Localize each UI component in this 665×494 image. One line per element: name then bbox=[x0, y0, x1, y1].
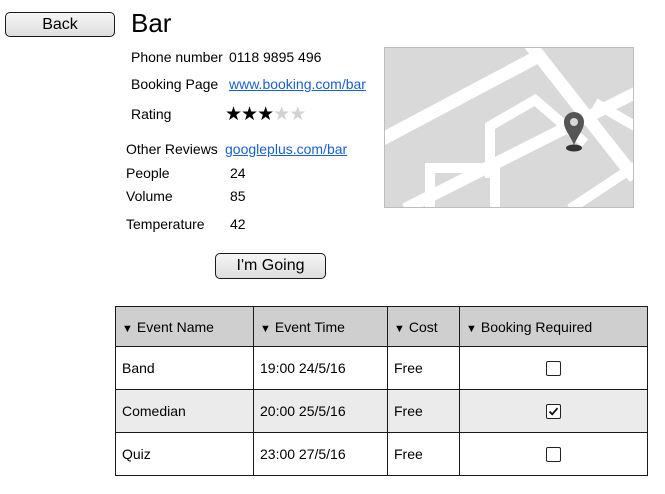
temperature-value: 42 bbox=[230, 216, 246, 232]
other-reviews-link[interactable]: googleplus.com/bar bbox=[225, 140, 347, 158]
phone-value: 0118 9895 496 bbox=[229, 49, 322, 65]
column-header-cost[interactable]: ▼ Cost bbox=[387, 306, 460, 347]
booking-required-checkbox[interactable] bbox=[546, 361, 561, 377]
volume-label: Volume bbox=[126, 188, 173, 204]
people-value: 24 bbox=[230, 165, 246, 181]
booking-required-cell bbox=[459, 432, 648, 476]
event-time-cell: 19:00 24/5/16 bbox=[253, 346, 388, 390]
star-filled-icon[interactable]: ★ bbox=[225, 104, 242, 125]
events-table: ▼ Event Name ▼ Event Time ▼ Cost ▼ Booking R… bbox=[115, 306, 648, 476]
phone-label: Phone number bbox=[131, 49, 223, 65]
event-cost-cell: Free bbox=[387, 432, 460, 476]
checkmark-icon bbox=[548, 408, 559, 417]
event-cost-cell: Free bbox=[387, 389, 460, 433]
sort-arrow-icon: ▼ bbox=[122, 322, 133, 335]
page-title: Bar bbox=[131, 8, 172, 38]
event-cost-cell: Free bbox=[387, 346, 460, 390]
column-header-event-name[interactable]: ▼ Event Name bbox=[115, 306, 254, 347]
star-filled-icon[interactable]: ★ bbox=[241, 104, 258, 125]
booking-page-label: Booking Page bbox=[131, 76, 219, 92]
im-going-button[interactable]: I'm Going bbox=[215, 253, 326, 279]
booking-required-cell bbox=[459, 346, 648, 390]
map-pin-icon bbox=[564, 112, 584, 152]
star-filled-icon[interactable]: ★ bbox=[257, 104, 274, 125]
column-header-booking-required[interactable]: ▼ Booking Required bbox=[459, 306, 648, 347]
event-name-cell: Comedian bbox=[115, 389, 254, 433]
map-roads bbox=[385, 48, 633, 207]
booking-required-checkbox[interactable] bbox=[546, 447, 561, 463]
star-empty-icon[interactable]: ★ bbox=[273, 104, 290, 125]
event-time-cell: 20:00 25/5/16 bbox=[253, 389, 388, 433]
rating-stars: ★★★★★ bbox=[225, 104, 306, 125]
table-row: Comedian 20:00 25/5/16 Free bbox=[115, 389, 648, 433]
events-header-row: ▼ Event Name ▼ Event Time ▼ Cost ▼ Booking R… bbox=[115, 306, 648, 347]
other-reviews-label: Other Reviews bbox=[126, 141, 218, 157]
column-header-event-time[interactable]: ▼ Event Time bbox=[253, 306, 388, 347]
star-empty-icon[interactable]: ★ bbox=[289, 104, 306, 125]
volume-value: 85 bbox=[230, 188, 246, 204]
people-label: People bbox=[126, 165, 170, 181]
event-time-cell: 23:00 27/5/16 bbox=[253, 432, 388, 476]
sort-arrow-icon: ▼ bbox=[260, 322, 271, 335]
booking-page-link[interactable]: www.booking.com/bar bbox=[229, 75, 366, 93]
table-row: Band 19:00 24/5/16 Free bbox=[115, 346, 648, 390]
table-row: Quiz 23:00 27/5/16 Free bbox=[115, 432, 648, 476]
temperature-label: Temperature bbox=[126, 216, 205, 232]
booking-required-cell bbox=[459, 389, 648, 433]
back-button[interactable]: Back bbox=[5, 12, 115, 37]
event-name-cell: Band bbox=[115, 346, 254, 390]
booking-required-checkbox[interactable] bbox=[546, 404, 561, 420]
sort-arrow-icon: ▼ bbox=[394, 322, 405, 335]
sort-arrow-icon: ▼ bbox=[466, 322, 477, 335]
map[interactable] bbox=[384, 47, 634, 208]
event-name-cell: Quiz bbox=[115, 432, 254, 476]
rating-label: Rating bbox=[131, 106, 172, 122]
